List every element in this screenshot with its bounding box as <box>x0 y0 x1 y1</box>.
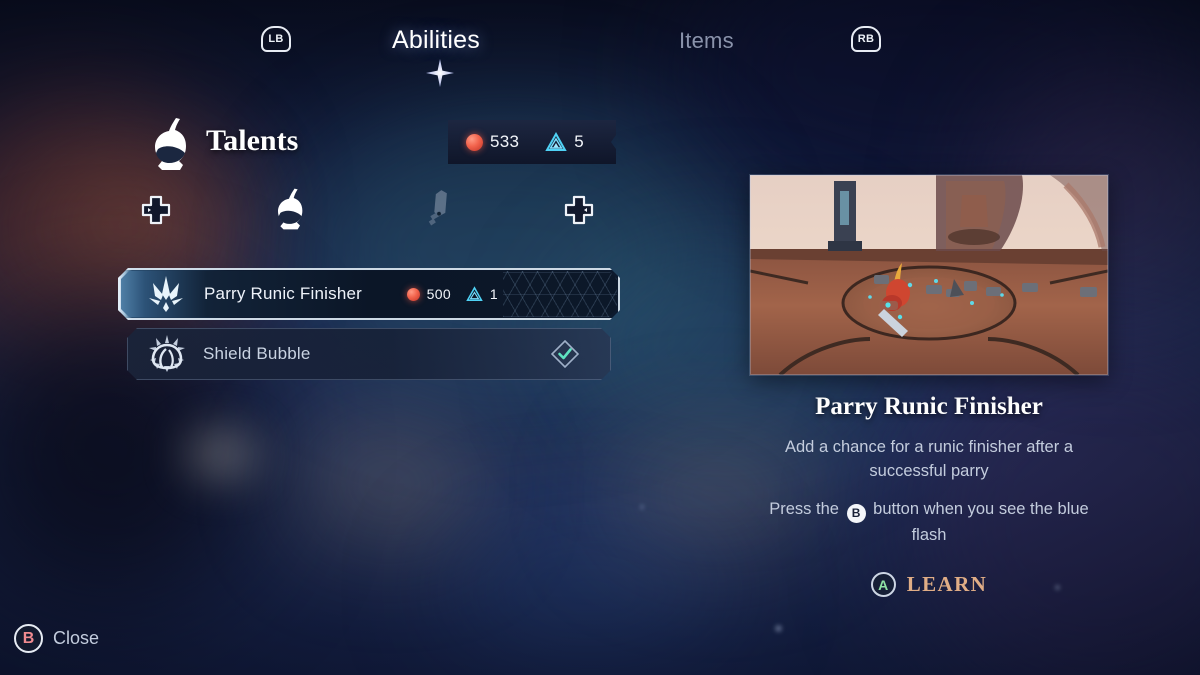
preview-image <box>750 175 1108 375</box>
learn-label[interactable]: LEARN <box>907 572 988 597</box>
row-background <box>127 328 611 380</box>
hint-text-after: button when you see the blue flash <box>873 500 1089 544</box>
top-navigation: LB Abilities Items RB <box>0 0 1200 96</box>
detail-panel: Parry Runic Finisher Add a chance for a … <box>750 175 1108 597</box>
close-label[interactable]: Close <box>53 628 99 649</box>
currency-red-value: 533 <box>490 132 520 151</box>
detail-description: Add a chance for a runic finisher after … <box>785 438 1073 480</box>
currency-blue-value: 5 <box>574 132 585 151</box>
footer-close-action[interactable]: B Close <box>14 624 99 653</box>
blue-rune-triangle-icon <box>545 132 567 151</box>
red-orb-icon <box>466 133 483 151</box>
dpad-left-icon[interactable] <box>140 194 172 226</box>
currency-bar: 533 5 <box>448 120 616 164</box>
detail-hint: Press the B button when you see the blue… <box>750 497 1108 548</box>
learn-action[interactable]: A LEARN <box>750 572 1108 597</box>
talents-title: Talents <box>206 124 299 157</box>
cost-blue-value: 1 <box>489 286 498 302</box>
tab-items[interactable]: Items <box>679 28 734 54</box>
bumper-right-icon[interactable]: RB <box>851 26 881 52</box>
talent-name: Parry Runic Finisher <box>204 284 362 303</box>
category-row <box>140 187 610 232</box>
talent-row-parry-runic-finisher[interactable]: Parry Runic Finisher 500 1 <box>118 268 620 320</box>
talent-list: Parry Runic Finisher 500 1 Shield Bubble <box>118 268 620 388</box>
hint-text-before: Press the <box>769 500 839 518</box>
gameplay-still-arena <box>750 175 1108 375</box>
talent-name: Shield Bubble <box>203 344 311 363</box>
bumper-left-icon[interactable]: LB <box>261 26 291 52</box>
sparkle-icon <box>426 59 454 87</box>
button-b-close-icon[interactable]: B <box>14 624 43 653</box>
burst-spike-icon <box>149 276 183 312</box>
category-helmet-icon[interactable] <box>268 187 310 231</box>
talent-row-shield-bubble[interactable]: Shield Bubble <box>127 328 611 380</box>
talent-cost: 500 1 <box>406 268 498 320</box>
button-a-icon[interactable]: A <box>870 572 896 597</box>
cost-red-value: 500 <box>426 286 451 302</box>
shield-dome-icon <box>149 335 185 372</box>
hex-pattern-decor <box>503 271 617 317</box>
currency-blue-rune: 5 <box>545 132 584 152</box>
talents-header: Talents 533 5 <box>146 118 616 174</box>
tab-abilities[interactable]: Abilities <box>392 26 480 55</box>
cost-blue: 1 <box>466 286 498 302</box>
currency-red-orb: 533 <box>466 132 519 152</box>
dpad-right-icon[interactable] <box>563 194 595 226</box>
helmet-icon <box>155 118 186 170</box>
detail-title: Parry Runic Finisher <box>815 393 1043 420</box>
button-b-inline-icon: B <box>846 504 866 523</box>
cost-red: 500 <box>406 286 451 302</box>
red-orb-icon <box>406 287 420 301</box>
category-sword-icon[interactable] <box>418 187 460 231</box>
blue-rune-triangle-icon <box>466 286 483 301</box>
check-diamond-icon <box>551 340 579 368</box>
